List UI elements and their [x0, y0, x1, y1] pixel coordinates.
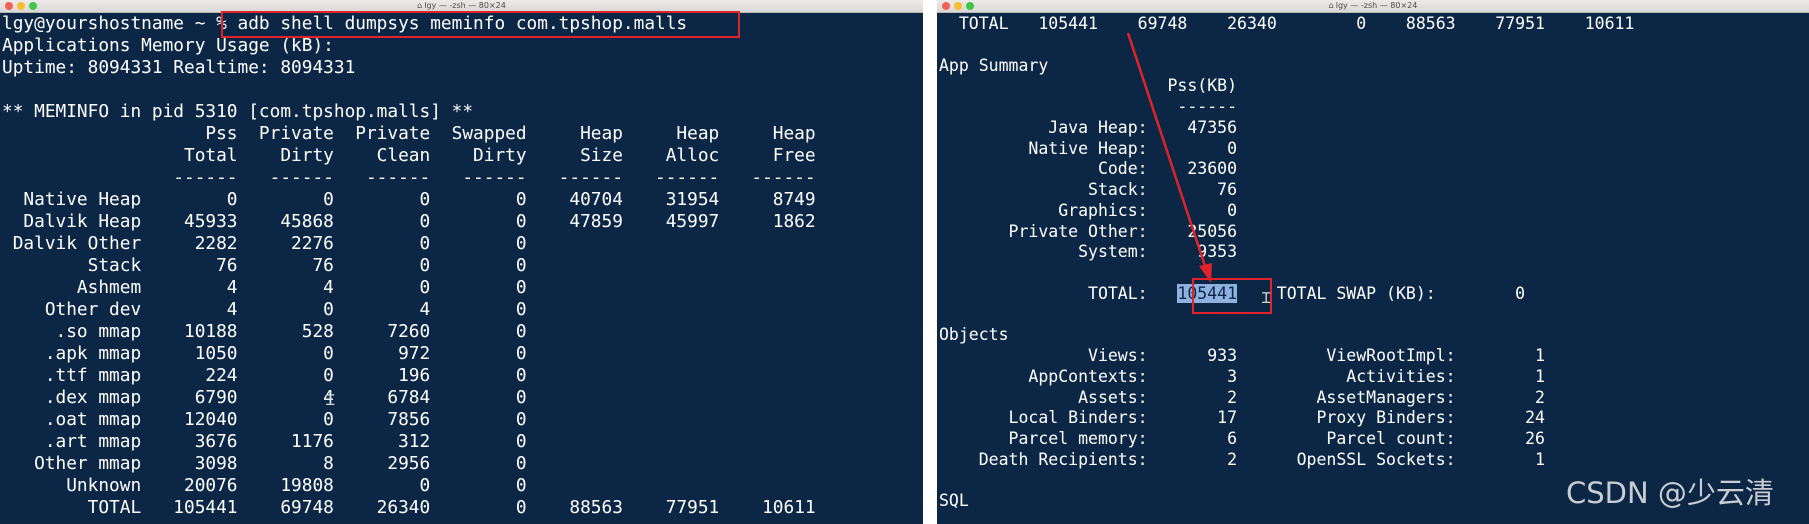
- terminal-line: ------: [939, 97, 1238, 116]
- terminal-line: App Summary: [939, 55, 1049, 75]
- terminal-line: Views: 933 ViewRootImpl: 1: [939, 346, 1545, 365]
- terminal-line: AppContexts: 3 Activities: 1: [939, 366, 1545, 386]
- terminal-line: Code: 23600: [939, 159, 1238, 179]
- terminal-line: Other mmap 3098 8 2956 0: [2, 453, 527, 474]
- terminal-line: Stack 76 76 0 0: [2, 255, 527, 276]
- text-cursor-icon: Ɪ: [1262, 289, 1271, 307]
- terminal-line: .dex mmap 6790 4 6784 0: [2, 387, 527, 408]
- terminal-line: Ashmem 4 4 0 0: [2, 277, 527, 298]
- terminal-line: Native Heap: 0: [939, 138, 1238, 158]
- terminal-window-right: ⌂ lgy — -zsh — 80×24 TOTAL 105441 69748 2…: [937, 0, 1809, 524]
- terminal-line: .oat mmap 12040 0 7856 0: [2, 409, 527, 430]
- terminal-line: ** MEMINFO in pid 5310 [com.tpshop.malls…: [2, 101, 474, 122]
- terminal-line: Parcel memory: 6 Parcel count: 26: [939, 429, 1545, 448]
- terminal-line: Native Heap 0 0 0 0 40704 31954 8749: [2, 189, 816, 210]
- window-title-text-right: lgy — -zsh — 80×24: [1335, 1, 1418, 10]
- terminal-line: System: 9353: [939, 242, 1238, 262]
- terminal-line: ------ ------ ------ ------ ------ -----…: [2, 167, 816, 188]
- terminal-line: Stack: 76: [939, 180, 1238, 199]
- terminal-line: TOTAL 105441 69748 26340 0 88563 77951 1…: [2, 497, 816, 518]
- terminal-line: Total Dirty Clean Dirty Size Alloc Free: [2, 145, 816, 166]
- terminal-line: Assets: 2 AssetManagers: 2: [939, 387, 1545, 407]
- terminal-line: Uptime: 8094331 Realtime: 8094331: [2, 57, 356, 78]
- terminal-line: Applications Memory Usage (kB):: [2, 35, 334, 56]
- home-icon: ⌂: [417, 1, 423, 10]
- terminal-line: Objects: [939, 325, 1009, 345]
- terminal-line: Dalvik Heap 45933 45868 0 0 47859 45997 …: [2, 211, 816, 232]
- window-titlebar-right: ⌂ lgy — -zsh — 80×24: [937, 0, 1809, 13]
- total-highlight-box: [1192, 278, 1272, 314]
- home-icon: ⌂: [1328, 1, 1334, 10]
- terminal-line: Other dev 4 0 4 0: [2, 299, 527, 320]
- command-highlight-box: [221, 11, 740, 38]
- terminal-line: Private Other: 25056: [939, 221, 1238, 241]
- terminal-line: .ttf mmap 224 0 196 0: [2, 365, 527, 386]
- terminal-line: Local Binders: 17 Proxy Binders: 24: [939, 408, 1545, 428]
- terminal-output-left[interactable]: lgy@yourshostname ~ % adb shell dumpsys …: [2, 13, 923, 524]
- terminal-line: Graphics: 0: [939, 200, 1238, 220]
- total-swap-text: TOTAL SWAP (KB): 0: [1237, 283, 1526, 303]
- watermark-text: CSDN @少云清: [1566, 476, 1774, 510]
- text-cursor-icon: Ɪ: [326, 391, 335, 409]
- terminal-line: Pss Private Private Swapped Heap Heap He…: [2, 123, 816, 144]
- window-title-text-left: lgy — -zsh — 80×24: [424, 1, 506, 10]
- window-title-right: ⌂ lgy — -zsh — 80×24: [937, 0, 1809, 12]
- terminal-line: Unknown 20076 19808 0 0: [2, 475, 527, 496]
- terminal-line: TOTAL 105441 69748 26340 0 88563 77951 1…: [939, 14, 1635, 33]
- terminal-line: .apk mmap 1050 0 972 0: [2, 343, 527, 364]
- terminal-line: Death Recipients: 2 OpenSSL Sockets: 1: [939, 449, 1545, 469]
- terminal-line: .so mmap 10188 528 7260 0: [2, 321, 527, 342]
- terminal-output-right[interactable]: TOTAL 105441 69748 26340 0 88563 77951 1…: [939, 13, 1809, 524]
- terminal-line: Java Heap: 47356: [939, 117, 1238, 137]
- terminal-line: Dalvik Other 2282 2276 0 0: [2, 233, 527, 254]
- terminal-window-left: ⌂ lgy — -zsh — 80×24 lgy@yourshostname ~ …: [0, 0, 923, 524]
- terminal-line: SQL: [939, 491, 969, 511]
- terminal-line: .art mmap 3676 1176 312 0: [2, 431, 527, 452]
- terminal-line: Pss(KB): [939, 76, 1238, 96]
